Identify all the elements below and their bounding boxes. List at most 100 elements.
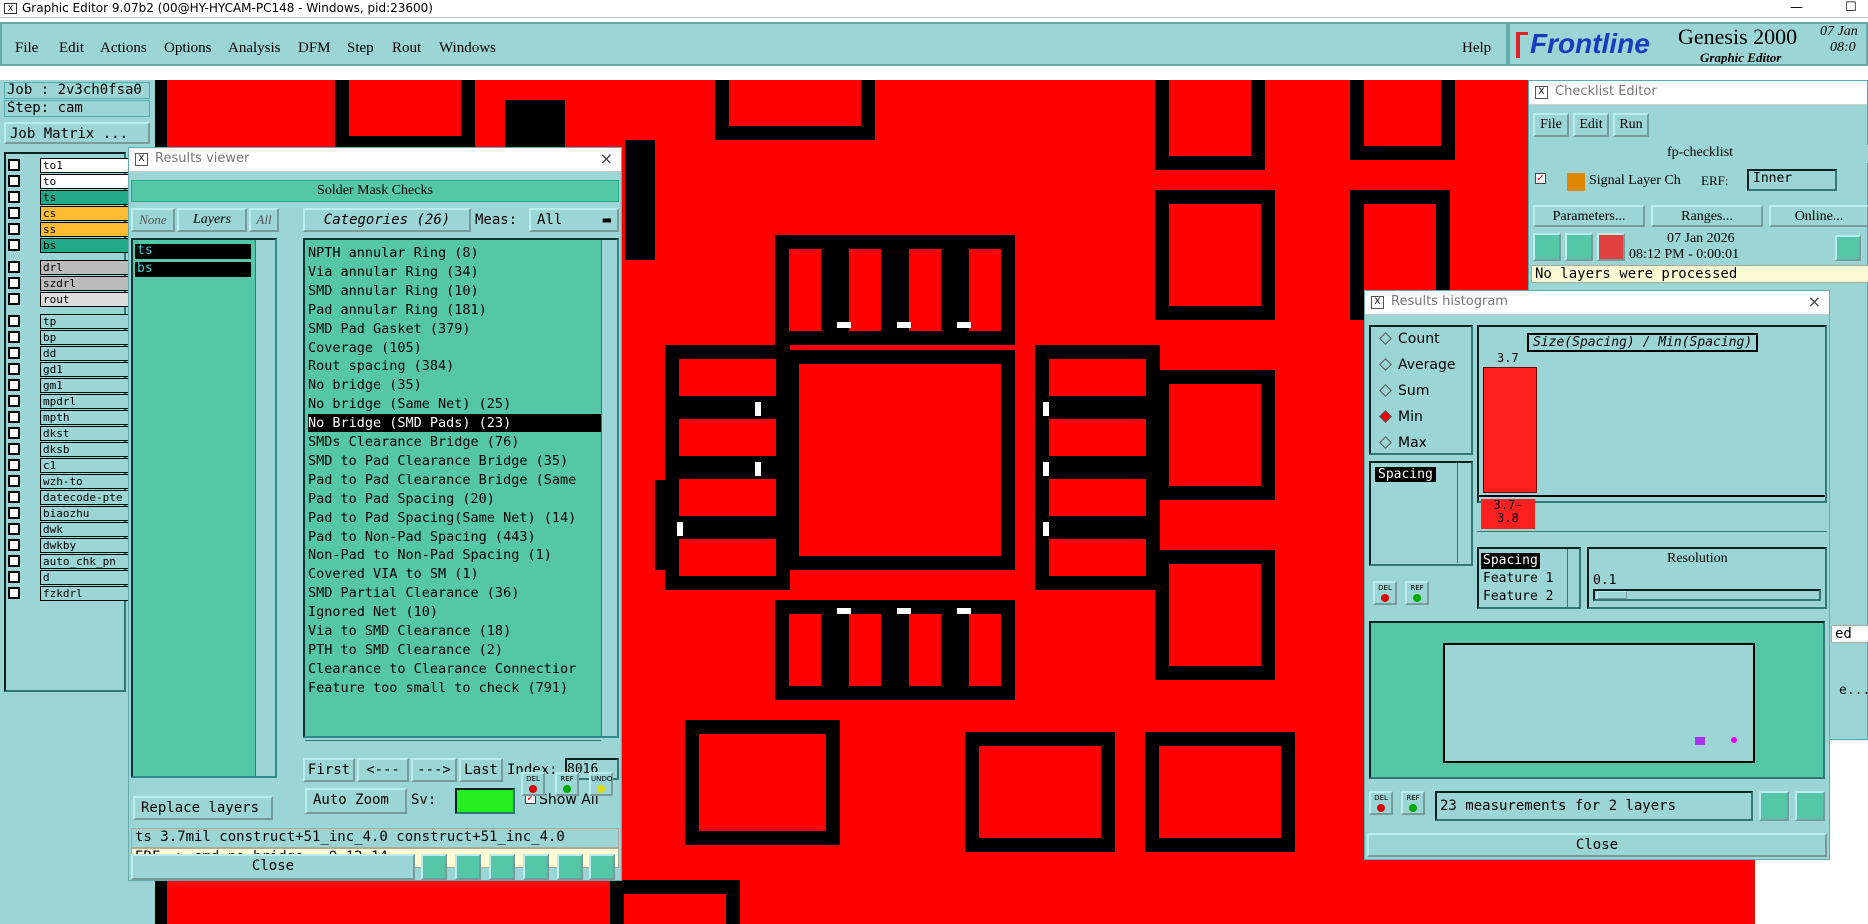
layer-row[interactable]: biaozhu: [8, 506, 130, 521]
layer-row[interactable]: auto_chk_pn: [8, 554, 130, 569]
layer-row[interactable]: wzh-to: [8, 474, 130, 489]
menu-options[interactable]: Options: [164, 40, 212, 57]
measure-list-item[interactable]: Spacing: [1375, 467, 1436, 482]
histogram-ref-button[interactable]: REF: [1405, 581, 1429, 605]
category-item[interactable]: Pad to Pad Spacing (20): [308, 490, 495, 508]
category-item[interactable]: Pad to Non-Pad Spacing (443): [308, 528, 536, 546]
stop-icon[interactable]: [1597, 233, 1625, 261]
category-item[interactable]: Via annular Ring (34): [308, 263, 479, 281]
measure-list-scrollbar[interactable]: [1457, 463, 1471, 563]
run-icon[interactable]: [1533, 233, 1561, 261]
results-close-button[interactable]: Close: [131, 854, 415, 880]
categories-button[interactable]: Categories (26): [303, 208, 471, 232]
layer-checkbox[interactable]: [8, 191, 20, 203]
layer-name[interactable]: ss: [40, 222, 130, 237]
overview-del-button[interactable]: DEL: [1369, 791, 1393, 815]
layer-row[interactable]: bs: [8, 238, 130, 253]
zoom-fit-icon[interactable]: [1795, 791, 1825, 821]
layer-name[interactable]: c1: [40, 458, 130, 473]
layer-name[interactable]: dkst: [40, 426, 130, 441]
layer-name[interactable]: bs: [40, 238, 130, 253]
layer-name[interactable]: bp: [40, 330, 130, 345]
meas-select[interactable]: All ▬: [529, 208, 619, 232]
layer-name[interactable]: wzh-to: [40, 474, 130, 489]
layer-checkbox[interactable]: [8, 159, 20, 171]
layer-checkbox[interactable]: [8, 475, 20, 487]
menu-help[interactable]: Help: [1462, 40, 1491, 57]
results-layer-item[interactable]: ts: [135, 244, 251, 259]
layer-checkbox[interactable]: [8, 331, 20, 343]
layer-row[interactable]: cs: [8, 206, 130, 221]
layer-name[interactable]: auto_chk_pn: [40, 554, 130, 569]
count-option[interactable]: Count: [1379, 331, 1440, 347]
layer-checkbox[interactable]: [8, 363, 20, 375]
checklist-menu-file[interactable]: File: [1533, 113, 1569, 137]
category-item[interactable]: Rout spacing (384): [308, 357, 454, 375]
prev-button[interactable]: <---: [357, 758, 409, 782]
category-item[interactable]: Coverage (105): [308, 339, 422, 357]
layer-row[interactable]: szdrl: [8, 276, 130, 291]
category-item[interactable]: Clearance to Clearance Connectior: [308, 660, 576, 678]
first-button[interactable]: First: [303, 758, 355, 782]
layer-row[interactable]: bp: [8, 330, 130, 345]
layer-checkbox[interactable]: [8, 571, 20, 583]
close-icon[interactable]: ×: [1808, 291, 1821, 313]
action-checkbox[interactable]: ✓: [1535, 173, 1546, 184]
layer-row[interactable]: datecode-pte: [8, 490, 130, 505]
layer-checkbox[interactable]: [8, 555, 20, 567]
layer-checkbox[interactable]: [8, 347, 20, 359]
layer-checkbox[interactable]: [8, 379, 20, 391]
menu-edit[interactable]: Edit: [59, 40, 84, 57]
menu-rout[interactable]: Rout: [392, 40, 421, 57]
layer-checkbox[interactable]: [8, 175, 20, 187]
layer-checkbox[interactable]: [8, 239, 20, 251]
layer-name[interactable]: to1: [40, 158, 130, 173]
histogram-bar[interactable]: [1483, 367, 1537, 493]
layer-name[interactable]: to: [40, 174, 130, 189]
layer-row[interactable]: mpth: [8, 410, 130, 425]
layer-name[interactable]: szdrl: [40, 276, 130, 291]
layer-name[interactable]: dksb: [40, 442, 130, 457]
close-icon[interactable]: ×: [600, 148, 613, 170]
job-matrix-button[interactable]: Job Matrix ...: [4, 122, 150, 144]
layer-name[interactable]: gd1: [40, 362, 130, 377]
max-option[interactable]: Max: [1379, 435, 1427, 451]
last-button[interactable]: Last: [459, 758, 503, 782]
maximize-button[interactable]: ☐: [1845, 1, 1857, 15]
erase-icon[interactable]: [489, 854, 515, 880]
category-item[interactable]: Covered VIA to SM (1): [308, 565, 479, 583]
layer-checkbox[interactable]: [8, 223, 20, 235]
layer-name[interactable]: cs: [40, 206, 130, 221]
layer-row[interactable]: gd1: [8, 362, 130, 377]
layer-name[interactable]: mpdrl: [40, 394, 130, 409]
layer-name[interactable]: tp: [40, 314, 130, 329]
run-all-icon[interactable]: [1565, 233, 1593, 261]
layer-checkbox[interactable]: [8, 261, 20, 273]
categories-scrollbar-vertical[interactable]: [601, 240, 617, 736]
checklist-menu-edit[interactable]: Edit: [1573, 113, 1609, 137]
layer-checkbox[interactable]: [8, 207, 20, 219]
min-option[interactable]: Min: [1379, 409, 1423, 425]
zoom-icon[interactable]: [1835, 235, 1861, 261]
layer-list-scrollbar[interactable]: [255, 240, 275, 776]
checklist-menu-run[interactable]: Run: [1613, 113, 1649, 137]
layer-name[interactable]: drl: [40, 260, 130, 275]
histogram-del-button[interactable]: DEL: [1373, 581, 1397, 605]
layer-checkbox[interactable]: [8, 587, 20, 599]
layer-checkbox[interactable]: [8, 277, 20, 289]
mark-icon[interactable]: [455, 854, 481, 880]
layer-row[interactable]: c1: [8, 458, 130, 473]
resolution-slider[interactable]: [1593, 589, 1821, 601]
category-item[interactable]: Pad annular Ring (181): [308, 301, 487, 319]
layer-name[interactable]: ts: [40, 190, 130, 205]
layer-checkbox[interactable]: [8, 539, 20, 551]
layer-name[interactable]: gm1: [40, 378, 130, 393]
auto-zoom-select[interactable]: Auto Zoom: [305, 788, 407, 814]
layer-name[interactable]: fzkdrl: [40, 586, 130, 601]
layer-name[interactable]: d: [40, 570, 130, 585]
category-item[interactable]: SMD Pad Gasket (379): [308, 320, 471, 338]
histogram-scrollbar[interactable]: [1477, 531, 1827, 543]
layer-row[interactable]: fzkdrl: [8, 586, 130, 601]
layer-row[interactable]: rout: [8, 292, 130, 307]
layer-name[interactable]: dwkby: [40, 538, 130, 553]
